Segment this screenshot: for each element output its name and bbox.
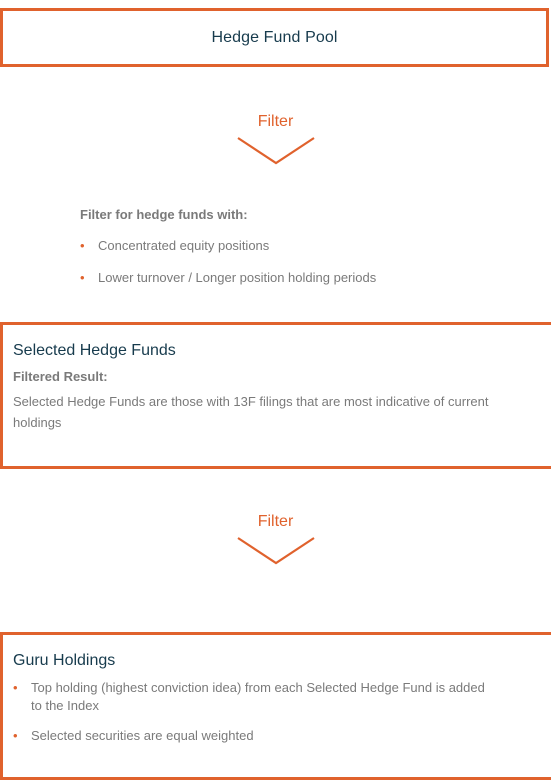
filter-label-1: Filter bbox=[257, 113, 294, 130]
bullet-icon: • bbox=[13, 728, 18, 743]
filtered-result-heading: Filtered Result: bbox=[13, 369, 108, 384]
guru-holdings-box: Guru Holdings • Top holding (highest con… bbox=[0, 632, 551, 780]
chevron-down-icon bbox=[236, 137, 315, 165]
guru-holdings-item: • Top holding (highest conviction idea) … bbox=[13, 679, 491, 715]
guru-holdings-list: • Top holding (highest conviction idea) … bbox=[13, 679, 551, 745]
criteria-item: • Lower turnover / Longer position holdi… bbox=[80, 269, 520, 287]
bullet-icon: • bbox=[80, 270, 85, 285]
criteria-item-text: Lower turnover / Longer position holding… bbox=[98, 270, 377, 285]
chevron-down-icon bbox=[236, 537, 315, 565]
guru-holdings-item-text: Selected securities are equal weighted bbox=[31, 728, 254, 743]
guru-holdings-item-text: Top holding (highest conviction idea) fr… bbox=[31, 680, 485, 713]
bullet-icon: • bbox=[13, 680, 18, 695]
filter-step-2: Filter bbox=[0, 512, 551, 568]
selected-hedge-funds-title: Selected Hedge Funds bbox=[13, 342, 176, 359]
criteria-heading: Filter for hedge funds with: bbox=[80, 207, 248, 222]
selected-hedge-funds-box: Selected Hedge Funds Filtered Result: Se… bbox=[0, 322, 551, 469]
filter-step-1: Filter bbox=[0, 112, 551, 168]
criteria-list: • Concentrated equity positions • Lower … bbox=[80, 237, 520, 287]
bullet-icon: • bbox=[80, 238, 85, 253]
filter-label-2: Filter bbox=[257, 513, 294, 530]
criteria-item: • Concentrated equity positions bbox=[80, 237, 520, 255]
criteria-item-text: Concentrated equity positions bbox=[98, 238, 270, 253]
filter-criteria: Filter for hedge funds with: • Concentra… bbox=[80, 206, 520, 287]
guru-holdings-title: Guru Holdings bbox=[13, 652, 116, 669]
hedge-fund-pool-title: Hedge Fund Pool bbox=[211, 28, 338, 46]
guru-holdings-item: • Selected securities are equal weighted bbox=[13, 727, 491, 745]
selected-hedge-funds-description: Selected Hedge Funds are those with 13F … bbox=[13, 394, 489, 430]
hedge-fund-pool-box: Hedge Fund Pool bbox=[0, 8, 549, 67]
